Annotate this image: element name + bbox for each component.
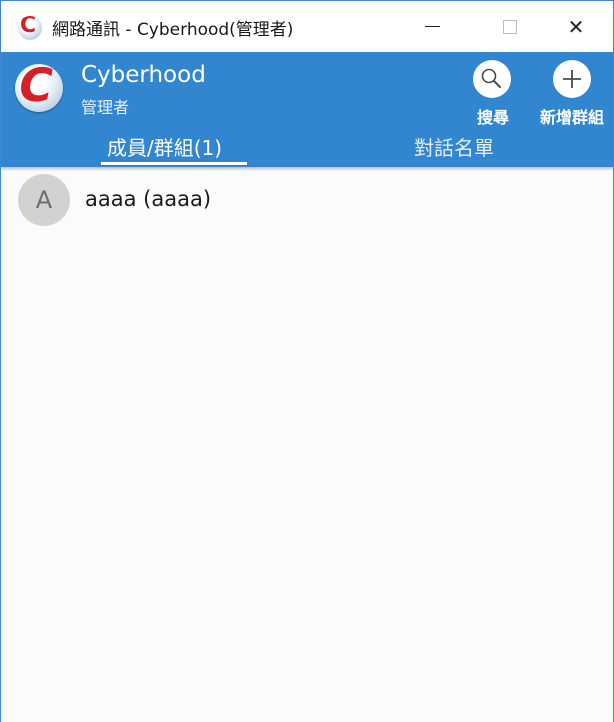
title-bar[interactable]: C 網路通訊 - Cyberhood(管理者) ✕ bbox=[1, 1, 613, 52]
user-role: 管理者 bbox=[81, 98, 130, 117]
app-logo-icon: C bbox=[18, 16, 42, 40]
app-window: C 網路通訊 - Cyberhood(管理者) ✕ C Cyberhood 管理… bbox=[0, 0, 614, 722]
window-title: 網路通訊 - Cyberhood(管理者) bbox=[52, 20, 294, 40]
active-tab-indicator bbox=[101, 162, 247, 165]
member-name: aaaa (aaaa) bbox=[85, 187, 212, 211]
minimize-button[interactable] bbox=[393, 1, 471, 52]
close-button[interactable]: ✕ bbox=[537, 1, 613, 52]
search-label: 搜尋 bbox=[476, 108, 509, 127]
add-group-label: 新增群組 bbox=[539, 108, 604, 127]
search-button[interactable]: 搜尋 bbox=[453, 58, 533, 128]
user-name: Cyberhood bbox=[81, 62, 206, 88]
minimize-icon bbox=[424, 26, 440, 27]
close-icon: ✕ bbox=[567, 14, 585, 39]
user-avatar-logo[interactable]: C bbox=[15, 64, 63, 112]
add-group-button[interactable]: 新增群組 bbox=[531, 58, 611, 128]
app-header: C Cyberhood 管理者 搜尋 新增群組 成員/群組(1) 對話名單 bbox=[1, 52, 613, 167]
avatar: A bbox=[18, 174, 70, 226]
plus-icon bbox=[553, 60, 591, 98]
tab-members-groups[interactable]: 成員/群組(1) bbox=[107, 132, 222, 161]
search-icon bbox=[473, 60, 511, 98]
list-item[interactable]: A aaaa (aaaa) bbox=[1, 167, 613, 233]
maximize-icon bbox=[503, 19, 517, 34]
tab-chat-list[interactable]: 對話名單 bbox=[414, 132, 494, 161]
